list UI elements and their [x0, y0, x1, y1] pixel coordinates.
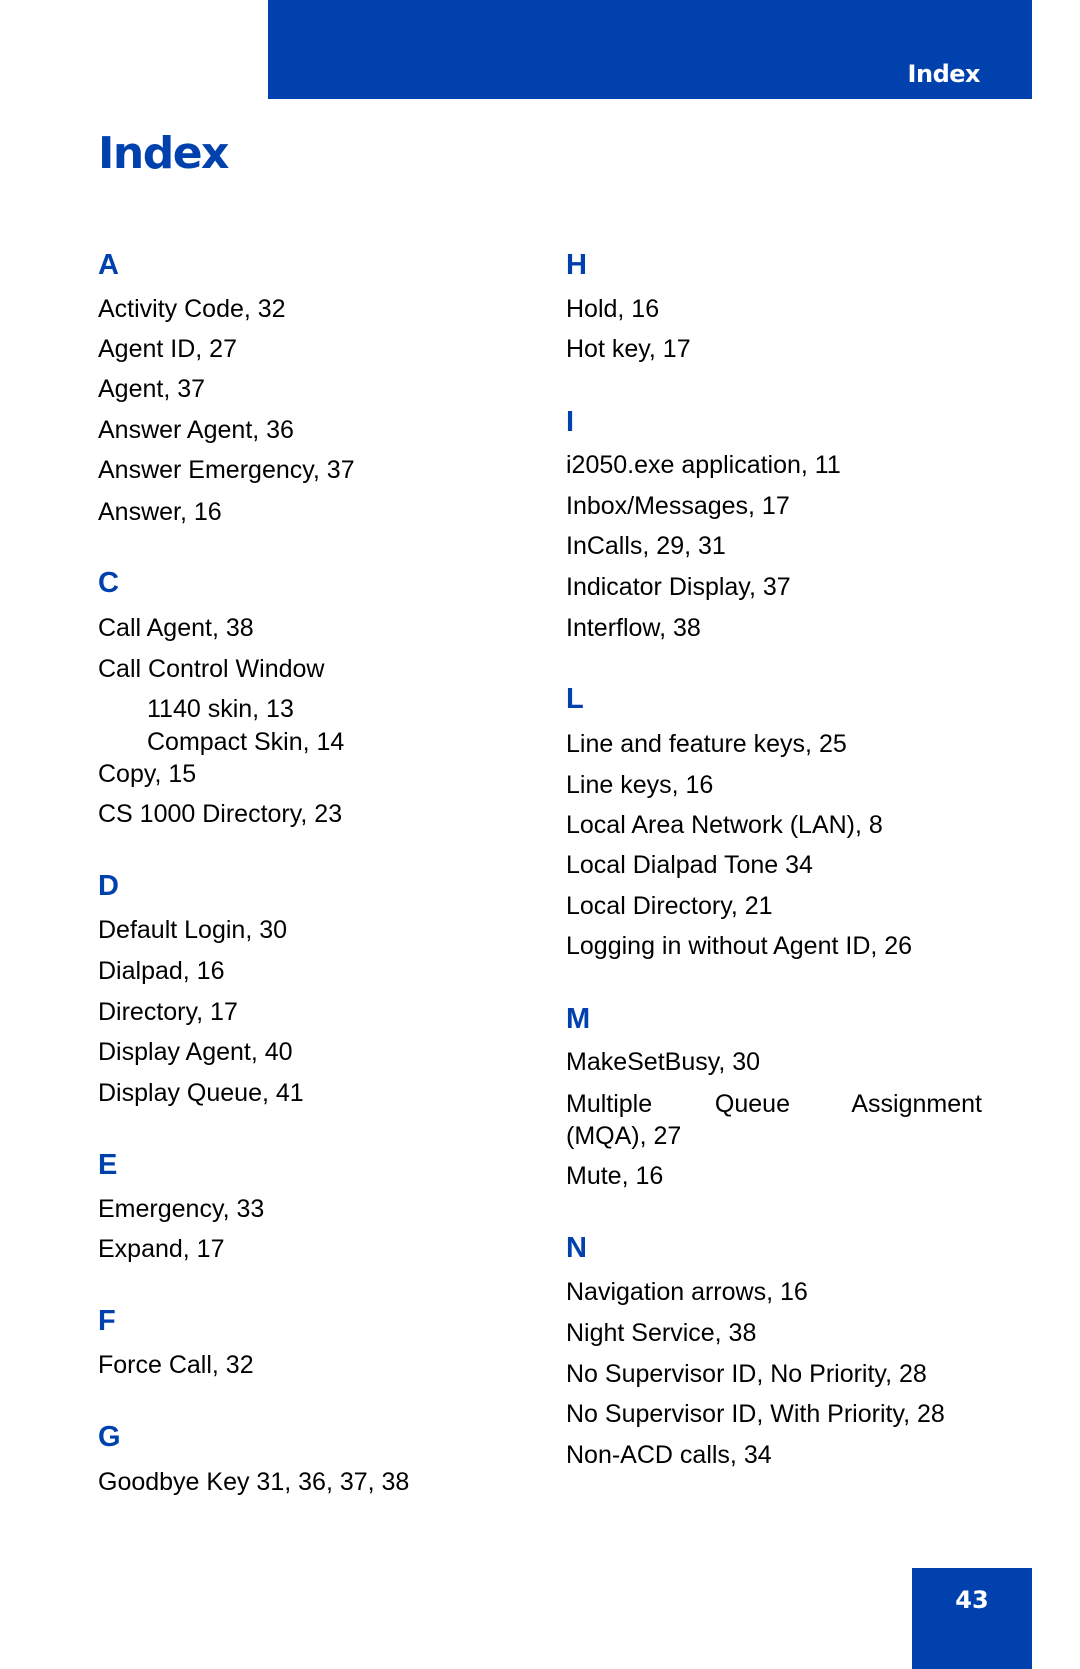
index-entry[interactable]: Default Login, 30: [98, 915, 287, 945]
index-entry[interactable]: Line and feature keys, 25: [566, 729, 847, 759]
index-entry[interactable]: Night Service, 38: [566, 1318, 756, 1348]
section-label: Index: [907, 60, 981, 88]
index-subentry[interactable]: 1140 skin, 13: [147, 694, 294, 724]
index-letter-n: N: [566, 1232, 587, 1264]
index-entry[interactable]: Local Directory, 21: [566, 891, 773, 921]
index-entry[interactable]: Non-ACD calls, 34: [566, 1440, 772, 1470]
index-entry[interactable]: Multiple Queue Assignment: [566, 1089, 982, 1119]
index-entry[interactable]: i2050.exe application, 11: [566, 450, 841, 480]
index-entry[interactable]: Interflow, 38: [566, 613, 701, 643]
index-entry[interactable]: MakeSetBusy, 30: [566, 1047, 760, 1077]
index-entry[interactable]: InCalls, 29, 31: [566, 531, 726, 561]
page-number-box: 43: [912, 1568, 1032, 1669]
index-entry[interactable]: Directory, 17: [98, 997, 238, 1027]
index-entry[interactable]: Goodbye Key 31, 36, 37, 38: [98, 1467, 409, 1497]
index-entry[interactable]: CS 1000 Directory, 23: [98, 799, 342, 829]
index-entry[interactable]: Emergency, 33: [98, 1194, 264, 1224]
index-entry[interactable]: Logging in without Agent ID, 26: [566, 931, 912, 961]
index-entry-continuation[interactable]: (MQA), 27: [566, 1121, 681, 1151]
index-entry[interactable]: Indicator Display, 37: [566, 572, 791, 602]
index-letter-i: I: [566, 406, 575, 438]
index-entry[interactable]: No Supervisor ID, With Priority, 28: [566, 1399, 945, 1429]
index-entry[interactable]: Hold, 16: [566, 294, 659, 324]
index-entry[interactable]: Answer Agent, 36: [98, 415, 294, 445]
index-entry[interactable]: Local Area Network (LAN), 8: [566, 810, 883, 840]
index-entry[interactable]: Agent, 37: [98, 374, 205, 404]
index-entry[interactable]: Agent ID, 27: [98, 334, 237, 364]
index-letter-d: D: [98, 870, 119, 902]
index-entry[interactable]: Mute, 16: [566, 1161, 663, 1191]
index-entry[interactable]: Answer Emergency, 37: [98, 455, 355, 485]
index-entry[interactable]: Hot key, 17: [566, 334, 691, 364]
index-entry[interactable]: Activity Code, 32: [98, 294, 286, 324]
index-letter-f: F: [98, 1305, 116, 1337]
index-letter-e: E: [98, 1149, 118, 1181]
page-title: Index: [98, 128, 229, 179]
index-entry[interactable]: Display Agent, 40: [98, 1037, 293, 1067]
index-letter-a: A: [98, 249, 119, 281]
index-entry[interactable]: Expand, 17: [98, 1234, 225, 1264]
index-entry[interactable]: Line keys, 16: [566, 770, 713, 800]
header-band: Index: [268, 0, 1032, 99]
index-subentry[interactable]: Compact Skin, 14: [147, 727, 344, 757]
index-entry[interactable]: Dialpad, 16: [98, 956, 224, 986]
index-letter-l: L: [566, 683, 584, 715]
index-entry[interactable]: Call Control Window: [98, 654, 324, 684]
index-letter-c: C: [98, 567, 119, 599]
index-entry[interactable]: Force Call, 32: [98, 1350, 254, 1380]
index-entry[interactable]: No Supervisor ID, No Priority, 28: [566, 1359, 927, 1389]
index-entry[interactable]: Display Queue, 41: [98, 1078, 304, 1108]
index-letter-g: G: [98, 1421, 121, 1453]
index-entry[interactable]: Call Agent, 38: [98, 613, 254, 643]
page-number: 43: [955, 1586, 989, 1614]
index-entry[interactable]: Inbox/Messages, 17: [566, 491, 790, 521]
index-entry[interactable]: Local Dialpad Tone 34: [566, 850, 813, 880]
index-entry[interactable]: Copy, 15: [98, 759, 196, 789]
index-letter-h: H: [566, 249, 587, 281]
index-entry[interactable]: Answer, 16: [98, 497, 222, 527]
index-entry[interactable]: Navigation arrows, 16: [566, 1277, 808, 1307]
index-letter-m: M: [566, 1003, 591, 1035]
